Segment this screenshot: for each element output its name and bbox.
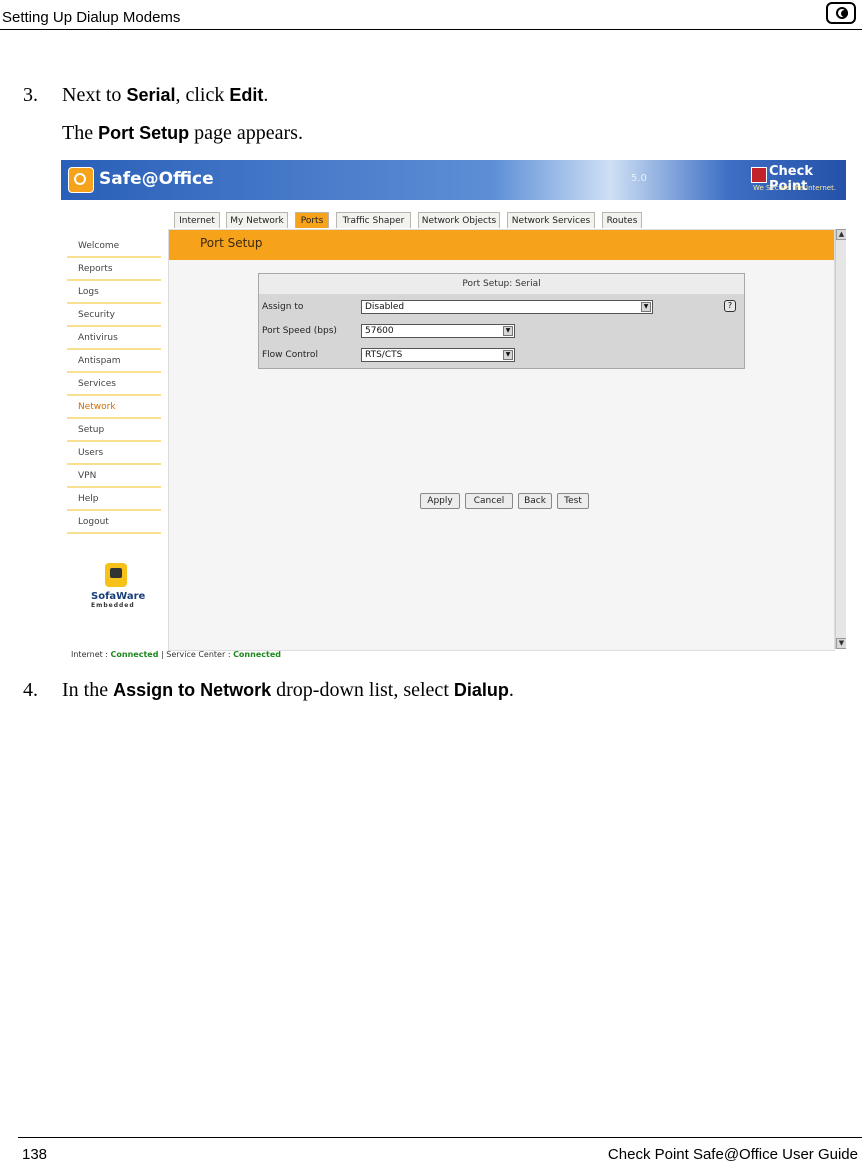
result-text-post: page appears. xyxy=(189,122,303,144)
sidebar-item-help[interactable]: Help xyxy=(67,488,161,511)
step-number: 3. xyxy=(23,84,38,106)
page-number: 138 xyxy=(22,1146,48,1163)
ui-term: Assign to Network xyxy=(113,680,272,700)
step-text: Next to Serial, click Edit. xyxy=(62,84,268,107)
sidebar-item-security[interactable]: Security xyxy=(67,304,161,327)
tab-network-services[interactable]: Network Services xyxy=(507,212,595,228)
step-text-mid: drop-down list, select xyxy=(271,679,454,701)
page-title: Port Setup xyxy=(200,236,263,250)
step-text-pre: In the xyxy=(62,679,114,701)
result-text-pre: The xyxy=(62,122,99,144)
tab-ports[interactable]: Ports xyxy=(295,212,329,228)
step-text-post: . xyxy=(263,84,269,106)
scrollbar[interactable]: ▲ ▼ xyxy=(835,229,846,649)
port-setup-screenshot: Safe@Office 5.0 Check Point We Secure th… xyxy=(61,160,846,663)
footer-rule xyxy=(18,1137,862,1138)
step-text-pre: Next to xyxy=(62,84,127,106)
help-icon[interactable]: ? xyxy=(724,300,736,312)
panel-title: Port Setup: Serial xyxy=(259,274,744,294)
step-number: 4. xyxy=(23,679,38,701)
step-text-mid: , click xyxy=(175,84,230,106)
ui-term: Dialup xyxy=(453,680,509,700)
port-speed-select[interactable]: 57600 ▼ xyxy=(361,324,515,338)
chevron-down-icon[interactable]: ▼ xyxy=(503,326,513,336)
service-center-value: Connected xyxy=(233,650,281,659)
sidebar-item-services[interactable]: Services xyxy=(67,373,161,396)
flow-control-select[interactable]: RTS/CTS ▼ xyxy=(361,348,515,362)
sidebar-item-antispam[interactable]: Antispam xyxy=(67,350,161,373)
chevron-down-icon[interactable]: ▼ xyxy=(641,302,651,312)
cancel-button[interactable]: Cancel xyxy=(465,493,513,509)
vendor-tagline: We Secure the Internet. xyxy=(753,184,837,192)
header-rule xyxy=(0,29,862,30)
version-label: 5.0 xyxy=(631,173,647,184)
test-button[interactable]: Test xyxy=(557,493,589,509)
sidebar-item-welcome[interactable]: Welcome xyxy=(67,235,161,258)
step-text-post: . xyxy=(508,679,514,701)
sidebar-item-setup[interactable]: Setup xyxy=(67,419,161,442)
sidebar-item-network[interactable]: Network xyxy=(67,396,161,419)
ui-term: Edit xyxy=(229,85,264,105)
step-3-result: The Port Setup page appears. xyxy=(62,122,303,145)
assign-to-value: Disabled xyxy=(365,302,405,312)
app-banner: Safe@Office 5.0 Check Point We Secure th… xyxy=(61,160,846,200)
safe-office-logo-icon xyxy=(68,167,94,193)
step-text: In the Assign to Network drop-down list,… xyxy=(62,679,514,702)
sidebar-item-users[interactable]: Users xyxy=(67,442,161,465)
tab-network-objects[interactable]: Network Objects xyxy=(418,212,500,228)
port-setup-panel: Port Setup: Serial Assign to Disabled ▼ ?… xyxy=(258,273,745,369)
port-speed-value: 57600 xyxy=(365,326,394,336)
flow-control-value: RTS/CTS xyxy=(365,350,403,360)
page-header-title: Setting Up Dialup Modems xyxy=(2,9,181,26)
tab-routes[interactable]: Routes xyxy=(602,212,642,228)
scroll-down-icon[interactable]: ▼ xyxy=(836,638,846,649)
status-bar: Internet : Connected | Service Center : … xyxy=(71,650,281,659)
scroll-up-icon[interactable]: ▲ xyxy=(836,229,846,240)
ui-term: Port Setup xyxy=(98,123,190,143)
internet-status-label: Internet : xyxy=(71,650,111,659)
chevron-down-icon[interactable]: ▼ xyxy=(503,350,513,360)
sidebar-item-reports[interactable]: Reports xyxy=(67,258,161,281)
tab-my-network[interactable]: My Network xyxy=(226,212,288,228)
assign-to-select[interactable]: Disabled ▼ xyxy=(361,300,653,314)
apply-button[interactable]: Apply xyxy=(420,493,460,509)
flow-control-label: Flow Control xyxy=(262,350,318,360)
sidebar-item-logout[interactable]: Logout xyxy=(67,511,161,534)
brand-name: Safe@Office xyxy=(99,169,214,189)
sidebar-item-logs[interactable]: Logs xyxy=(67,281,161,304)
assign-to-label: Assign to xyxy=(262,302,304,312)
footer-doc-title: Check Point Safe@Office User Guide xyxy=(607,1146,858,1163)
content-title-bar: Port Setup xyxy=(169,230,834,260)
tab-traffic-shaper[interactable]: Traffic Shaper xyxy=(336,212,411,228)
sofaware-logo-icon xyxy=(105,563,127,587)
sidebar-item-antivirus[interactable]: Antivirus xyxy=(67,327,161,350)
sofaware-sub: Embedded xyxy=(91,602,135,609)
sidebar-nav: Welcome Reports Logs Security Antivirus … xyxy=(67,235,161,534)
port-speed-label: Port Speed (bps) xyxy=(262,326,337,336)
section-tab-icon xyxy=(826,2,856,24)
check-point-logo-icon xyxy=(751,167,767,183)
sidebar-item-vpn[interactable]: VPN xyxy=(67,465,161,488)
back-button[interactable]: Back xyxy=(518,493,552,509)
tab-internet[interactable]: Internet xyxy=(174,212,220,228)
ui-term: Serial xyxy=(126,85,176,105)
service-center-label: | Service Center : xyxy=(158,650,234,659)
internet-status-value: Connected xyxy=(110,650,159,659)
sofaware-name: SofaWare xyxy=(91,591,146,602)
